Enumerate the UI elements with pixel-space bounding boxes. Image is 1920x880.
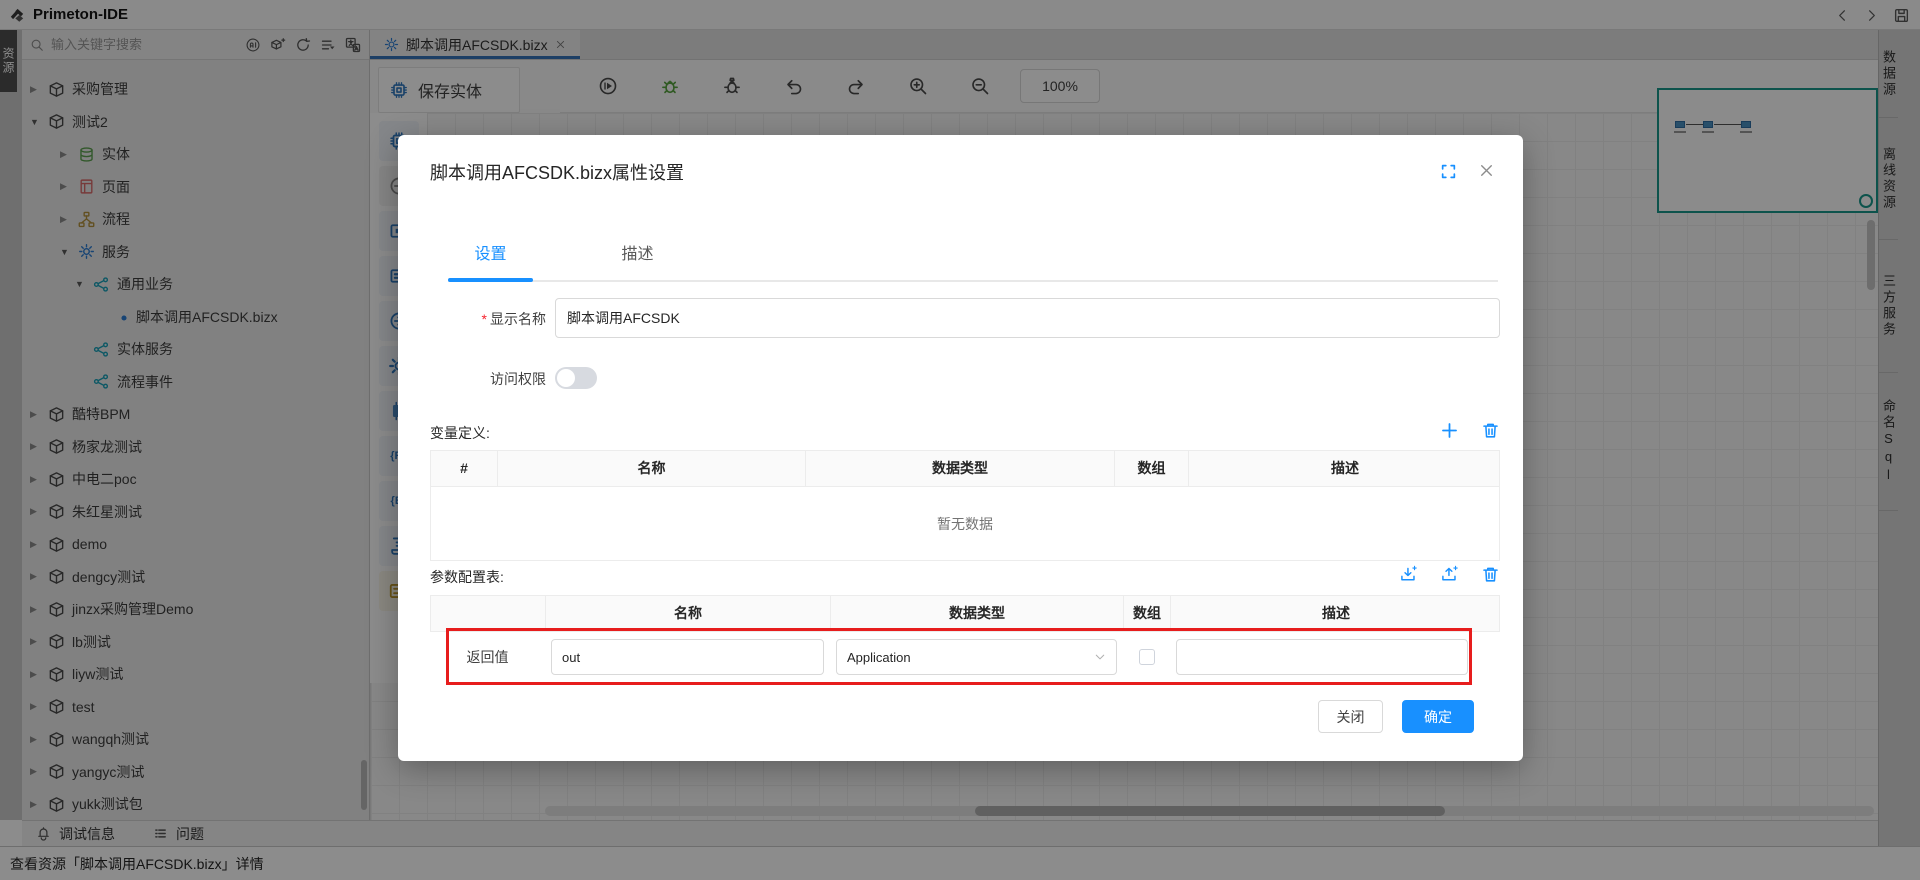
dialog-tab-设置[interactable]: 设置	[448, 240, 533, 264]
import-icon[interactable]	[1399, 565, 1418, 584]
dialog-title: 脚本调用AFCSDK.bizx属性设置	[430, 159, 684, 185]
display-name-label: *显示名称	[398, 309, 546, 329]
col-desc: 描述	[1171, 596, 1501, 631]
col-array: 数组	[1124, 596, 1171, 631]
param-desc-input[interactable]	[1176, 639, 1468, 675]
col-type: 数据类型	[831, 596, 1124, 631]
required-star: *	[482, 311, 487, 327]
application-window: Primeton-IDE 资源 ▶采购管理▼测试2▶实体▶页面▶流程▼服务▼通用…	[0, 0, 1920, 880]
active-tab-indicator	[448, 278, 533, 282]
param-row-label: 返回值	[430, 632, 545, 682]
col-type: 数据类型	[806, 451, 1115, 486]
ok-button[interactable]: 确定	[1402, 700, 1474, 733]
params-table: 名称 数据类型 数组 描述 返回值 Application	[430, 595, 1500, 682]
fullscreen-icon[interactable]	[1440, 163, 1457, 180]
variables-table: # 名称 数据类型 数组 描述 暂无数据	[430, 450, 1500, 561]
plus-icon[interactable]	[1440, 421, 1459, 440]
display-name-input[interactable]	[555, 298, 1500, 338]
dialog-tabs: 设置 描述	[448, 240, 680, 264]
variables-section-label: 变量定义:	[430, 423, 490, 443]
access-row: 访问权限	[398, 358, 1523, 398]
properties-dialog: 脚本调用AFCSDK.bizx属性设置 设置描述 *显示名称 访问权限 变量定义…	[398, 135, 1523, 761]
variables-actions	[1440, 421, 1500, 440]
tabs-divider	[448, 280, 1498, 282]
param-type-value: Application	[847, 650, 911, 665]
param-type-select[interactable]: Application	[836, 639, 1117, 675]
params-actions	[1399, 565, 1500, 584]
param-array-checkbox[interactable]	[1139, 649, 1155, 665]
empty-table-text: 暂无数据	[430, 487, 1500, 561]
access-label: 访问权限	[398, 369, 546, 389]
trash-icon[interactable]	[1481, 565, 1500, 584]
dialog-tab-描述[interactable]: 描述	[595, 240, 680, 264]
col-name: 名称	[498, 451, 806, 486]
close-icon[interactable]	[1478, 162, 1495, 179]
col-desc: 描述	[1189, 451, 1501, 486]
col-rowlabel	[431, 596, 546, 631]
export-icon[interactable]	[1440, 565, 1459, 584]
col-array: 数组	[1115, 451, 1189, 486]
close-button[interactable]: 关闭	[1318, 700, 1383, 733]
col-index: #	[431, 451, 498, 486]
access-toggle[interactable]	[555, 367, 597, 389]
trash-icon[interactable]	[1481, 421, 1500, 440]
chevron-down-icon	[1094, 651, 1106, 663]
param-row-return-value: 返回值 Application	[430, 632, 1500, 682]
param-name-input[interactable]	[551, 639, 824, 675]
display-name-row: *显示名称	[398, 298, 1523, 338]
params-section-label: 参数配置表:	[430, 567, 504, 587]
col-name: 名称	[546, 596, 831, 631]
params-table-header: 名称 数据类型 数组 描述	[430, 595, 1500, 632]
variables-table-header: # 名称 数据类型 数组 描述	[430, 450, 1500, 487]
